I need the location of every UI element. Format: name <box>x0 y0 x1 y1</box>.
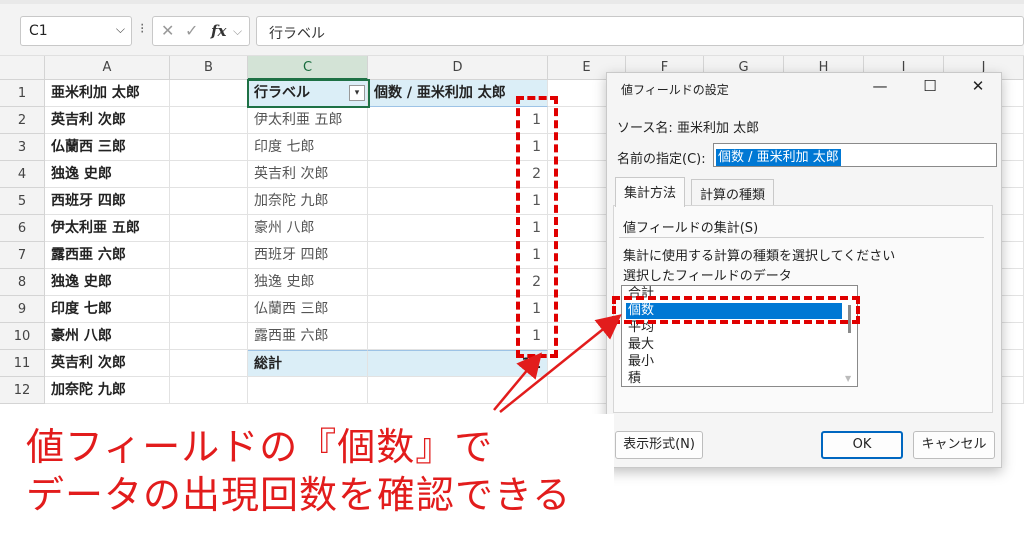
arrow-to-count-item <box>499 314 622 413</box>
annotation-line-1: 値フィールドの『個数』で <box>26 425 494 469</box>
annotation-line-2: データの出現回数を確認できる <box>26 473 572 517</box>
arrow-to-counts <box>493 352 543 411</box>
tab-summarize-by[interactable]: 集計方法 <box>615 177 686 207</box>
annotation-callout: 値フィールドの『個数』で データの出現回数を確認できる <box>14 414 614 517</box>
